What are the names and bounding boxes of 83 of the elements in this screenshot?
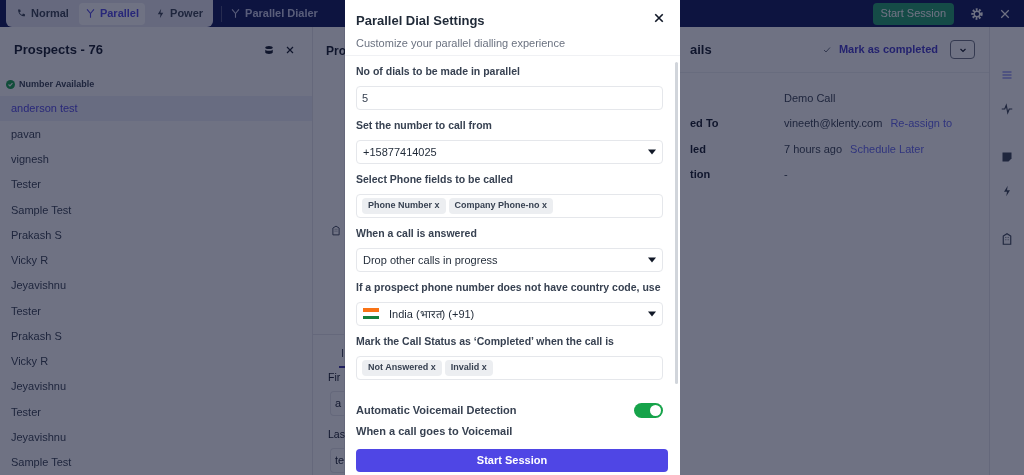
tag[interactable]: Not Answered x bbox=[362, 359, 442, 376]
close-icon bbox=[654, 13, 664, 23]
note-icon bbox=[1001, 151, 1013, 163]
caret-down-icon bbox=[648, 148, 656, 155]
dropdown-button[interactable] bbox=[950, 40, 975, 59]
mark-completed-button[interactable]: Mark as completed bbox=[822, 41, 938, 58]
tag-field[interactable]: Phone Number x Company Phone-no x bbox=[356, 193, 663, 218]
bolt-icon bbox=[1001, 185, 1013, 197]
close-icon bbox=[286, 45, 294, 54]
panel-title: ails bbox=[690, 40, 713, 59]
field-label: Set the number to call from bbox=[356, 118, 492, 133]
filter-label: Number Available bbox=[19, 77, 95, 91]
dialer-title: Parallel Dialer bbox=[245, 6, 318, 22]
note-text: When a call goes to Voicemail bbox=[356, 424, 514, 439]
detail-value: vineeth@klenty.com bbox=[784, 116, 883, 132]
prospect-item[interactable]: anderson test bbox=[0, 96, 312, 122]
start-session-button[interactable]: Start Session bbox=[872, 2, 954, 25]
field-label: No of dials to be made in parallel bbox=[356, 64, 520, 79]
panel-title: Prospects - 76 bbox=[14, 40, 104, 59]
prospect-item[interactable]: Jeyavishnu bbox=[0, 424, 312, 450]
field-label: Fir bbox=[328, 370, 341, 385]
fork-icon bbox=[230, 8, 242, 19]
detail-value: - bbox=[784, 167, 788, 183]
caret-down-icon bbox=[648, 310, 656, 317]
field-label: When a call is answered bbox=[356, 226, 477, 241]
field-label: If a prospect phone number does not have country code, use bbox=[356, 280, 661, 295]
fork-icon bbox=[84, 8, 96, 19]
field-label: Mark the Call Status as ‘Completed’ when the call is bbox=[356, 334, 614, 349]
mode-tab[interactable]: Parallel bbox=[78, 2, 146, 25]
prospect-item[interactable]: Sample Test bbox=[0, 197, 312, 223]
tag[interactable]: Phone Number x bbox=[362, 197, 446, 214]
caret-down-icon bbox=[648, 256, 656, 263]
field-label: Las bbox=[328, 427, 345, 442]
mode-tab[interactable]: Power bbox=[149, 2, 210, 25]
toggle-label: Automatic Voicemail Detection bbox=[356, 402, 518, 418]
detail-value: 7 hours ago bbox=[784, 141, 843, 157]
dialog-title: Parallel Dial Settings bbox=[356, 12, 485, 30]
building-icon bbox=[331, 225, 341, 236]
prospect-item[interactable]: Prakash S bbox=[0, 222, 312, 248]
settings-icon bbox=[970, 6, 984, 21]
prospect-item[interactable]: Vicky R bbox=[0, 247, 312, 273]
select-value: +15877414025 bbox=[363, 144, 438, 160]
select-field[interactable]: Drop other calls in progress bbox=[356, 247, 663, 272]
link[interactable]: Schedule Later bbox=[850, 140, 925, 158]
start-session-button[interactable]: Start Session bbox=[356, 448, 668, 472]
detail-label: ed To bbox=[690, 117, 719, 130]
tag-field[interactable]: Not Answered x Invalid x bbox=[356, 355, 663, 380]
input-field[interactable]: 5 bbox=[356, 85, 663, 110]
building-icon bbox=[1001, 233, 1013, 245]
prospect-item[interactable]: Vicky R bbox=[0, 348, 312, 374]
pulse-icon bbox=[1001, 103, 1013, 115]
prospect-item[interactable]: Tester bbox=[0, 298, 312, 324]
prospect-item[interactable]: pavan bbox=[0, 121, 312, 147]
prospect-item[interactable]: Jeyavishnu bbox=[0, 272, 312, 299]
tag[interactable]: Company Phone-no x bbox=[448, 197, 554, 214]
close-icon bbox=[1000, 8, 1010, 19]
prospect-item[interactable]: Jeyavishnu bbox=[0, 374, 312, 400]
list-icon bbox=[1001, 69, 1013, 81]
check-icon bbox=[822, 45, 831, 54]
panel-title: Pro bbox=[326, 43, 346, 60]
prospect-item[interactable]: vignesh bbox=[0, 146, 312, 172]
prospect-item[interactable]: Sample Test bbox=[0, 449, 312, 475]
prospect-item[interactable]: Prakash S bbox=[0, 323, 312, 349]
phone-icon bbox=[16, 8, 27, 19]
select-field[interactable]: +15877414025 bbox=[356, 139, 663, 164]
dialog-subtitle: Customize your parallel dialling experience bbox=[356, 35, 567, 51]
tag[interactable]: Invalid x bbox=[444, 359, 493, 376]
check-circle-icon bbox=[6, 79, 15, 89]
select-value: India (भारत) (+91) bbox=[389, 306, 476, 322]
detail-value: Demo Call bbox=[784, 90, 836, 106]
prospect-item[interactable]: Tester bbox=[0, 171, 312, 198]
close-button[interactable] bbox=[653, 12, 665, 24]
mode-tab[interactable]: Normal bbox=[10, 2, 75, 25]
toggle-switch[interactable] bbox=[634, 402, 663, 418]
field-label: Select Phone fields to be called bbox=[356, 172, 513, 187]
detail-label: tion bbox=[690, 168, 711, 181]
flag-icon bbox=[363, 308, 379, 320]
prospect-item[interactable]: Tester bbox=[0, 399, 312, 425]
select-value: Drop other calls in progress bbox=[363, 252, 499, 268]
stack-icon bbox=[264, 44, 274, 55]
detail-label: led bbox=[690, 142, 706, 155]
link[interactable]: Re-assign to bbox=[890, 115, 953, 132]
select-field[interactable]: India (भारत) (+91) bbox=[356, 301, 663, 326]
